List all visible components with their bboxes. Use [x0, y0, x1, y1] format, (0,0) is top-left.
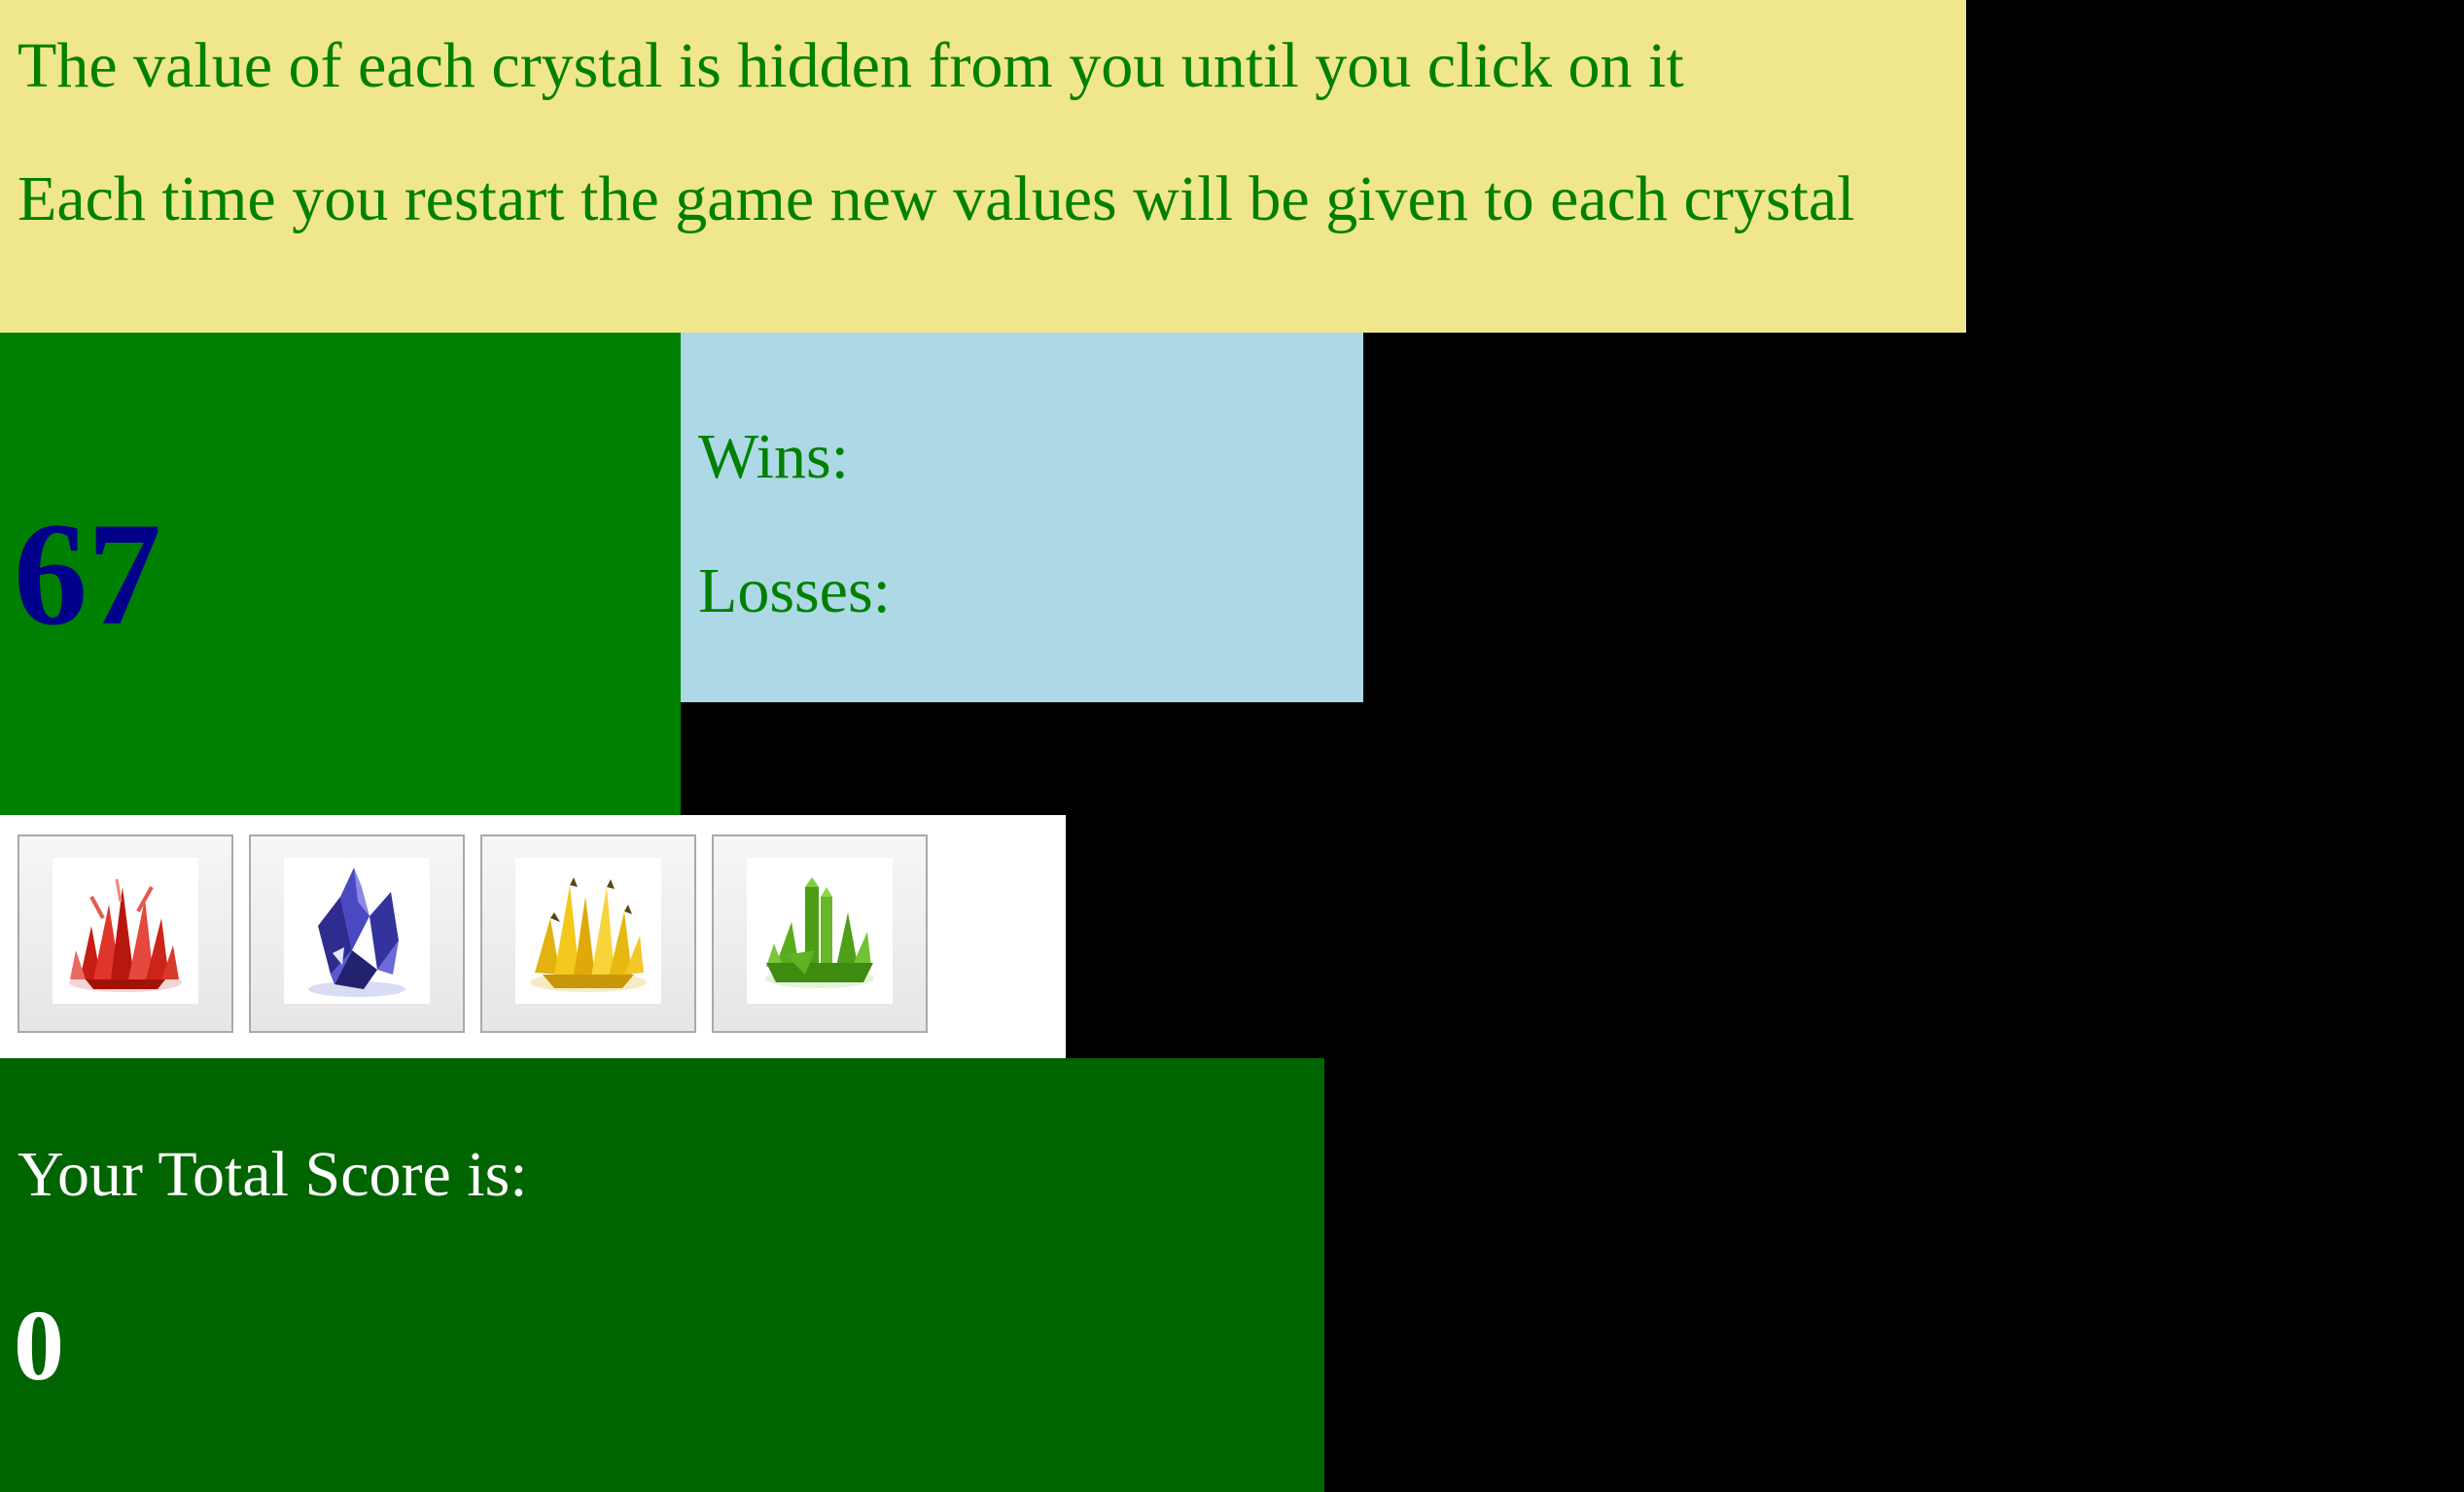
- target-number-panel: 67: [0, 333, 681, 815]
- green-crystal-icon: [747, 858, 893, 1004]
- target-number: 67: [14, 492, 161, 656]
- blue-crystal-button[interactable]: [249, 835, 465, 1033]
- yellow-crystal-icon: [515, 858, 661, 1004]
- red-crystal-icon: [53, 858, 198, 1004]
- score-panel: Your Total Score is: 0: [0, 1058, 1324, 1492]
- yellow-crystal-button[interactable]: [480, 835, 696, 1033]
- instructions-panel: The value of each crystal is hidden from…: [0, 0, 1966, 333]
- stats-panel: Wins: Losses:: [681, 333, 1363, 702]
- instructions-line-2: Each time you restart the game new value…: [18, 163, 1855, 234]
- instructions-line-1: The value of each crystal is hidden from…: [18, 30, 1684, 101]
- wins-label: Wins:: [698, 421, 850, 492]
- crystals-bar: [0, 815, 1066, 1058]
- blue-crystal-icon: [284, 858, 430, 1004]
- losses-label: Losses:: [698, 555, 891, 626]
- game-page: The value of each crystal is hidden from…: [0, 0, 2464, 1492]
- score-label: Your Total Score is:: [18, 1139, 528, 1210]
- green-crystal-button[interactable]: [712, 835, 928, 1033]
- score-value: 0: [14, 1290, 64, 1402]
- red-crystal-button[interactable]: [18, 835, 233, 1033]
